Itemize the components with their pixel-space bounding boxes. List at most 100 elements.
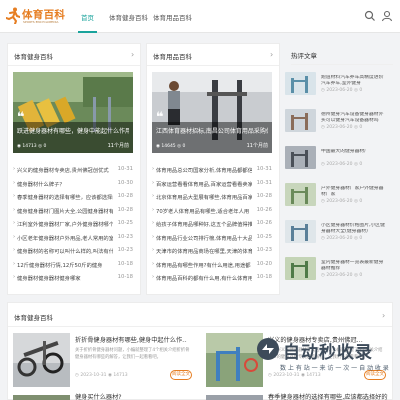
hot-article-title-line2: 汽车养车,室外健身	[321, 81, 361, 86]
list-item[interactable]: › 给孩子体育用品哪种好,这五个品牌值得推荐 10-26	[152, 219, 272, 233]
list-item-date: 10-18	[117, 260, 133, 267]
chevron-right-icon[interactable]: ›	[131, 50, 134, 59]
divider	[8, 326, 392, 327]
list-item-date: 10-23	[117, 247, 133, 253]
chevron-right-icon[interactable]: ›	[270, 50, 273, 59]
divider	[147, 65, 279, 66]
read-more-button[interactable]: 阅读全文	[170, 370, 192, 380]
article-title[interactable]: 折折骨健身器材有哪些,健身中起什么作…	[75, 335, 187, 344]
bullet: ›	[152, 247, 155, 253]
nav-fitness[interactable]: 体育健身百科	[109, 12, 148, 22]
list-item-date: 10-28	[256, 193, 272, 199]
list-item-date: 10-25	[256, 233, 272, 240]
hot-article-meta: ◷ 2023-06-20 ◎ 0	[321, 236, 363, 241]
article-meta: ◷ 2023-10-31 ◉ 14713	[75, 373, 128, 378]
list-item-title: 健身器材健身器材健身哪家	[17, 276, 81, 282]
bullet: ›	[13, 166, 16, 172]
list-item[interactable]: › 体育用品有哪些作用?有什么用途,用途都 10-20	[152, 260, 272, 274]
bullet: ›	[152, 233, 155, 240]
list-item-date: 10-23	[117, 233, 133, 240]
article-thumb[interactable]	[13, 333, 70, 387]
list-item-date: 10-28	[117, 193, 133, 199]
list-item-date: 10-26	[256, 206, 272, 213]
bullet: ›	[152, 274, 155, 280]
article-thumb[interactable]	[206, 390, 263, 400]
list-item-title: 体育用品行业公司排行榜,体育用品十大品牌	[156, 235, 252, 242]
article-thumb[interactable]	[13, 390, 70, 400]
list-item[interactable]: › 百家运营看看体育用品,百家运营看看卖家 10-31	[152, 179, 272, 193]
panel-title: 热评文章	[291, 52, 317, 60]
bullet: ›	[13, 220, 16, 226]
hot-article-title-line2: 材厂家	[321, 192, 336, 197]
list-item-title: 12斤健身器材行情,12斤50斤的健身	[17, 262, 103, 269]
list-item-date: 10-25	[117, 220, 133, 226]
list-item-date: 10-28	[117, 206, 133, 213]
featured-title: 江西体育器材招标,南昌公司体育用品采购体育…	[156, 128, 268, 135]
article-title[interactable]: 健身买什么器材?	[75, 392, 187, 400]
featured-title: 跃进健身器材有哪些，健身中能起什么作用？	[17, 128, 129, 135]
featured-image	[152, 72, 272, 153]
hot-article-thumb	[285, 257, 316, 280]
logo-subtitle: SPORTS ENCYCLOPEDIA	[23, 20, 59, 24]
bullet: ›	[13, 274, 16, 280]
list-item[interactable]: › 小区老年健身器材户外用品,老人常用的室外 10-23	[13, 233, 133, 247]
list-item[interactable]: › 江利室外健身器材厂家,户外健身器材哪个好 10-25	[13, 219, 133, 233]
list-item[interactable]: › 12斤健身器材行情,12斤50斤的健身 10-18	[13, 260, 133, 274]
list-item[interactable]: › 70岁老人体育用品有哪些,适合老年人用 10-26	[152, 206, 272, 220]
bullet: ›	[13, 179, 16, 186]
hot-article[interactable]: 跑道材料汽车养车高精度进阶 汽车养车,室外健身 ◷ 2023-06-20 ◎ 0	[285, 72, 393, 102]
list-item[interactable]: › 北京体育用品大型展有哪些,体育用品百家 10-28	[152, 192, 272, 206]
list-item[interactable]: › 体育用品百科的都有什么用,有什么体育用品 10-18	[152, 273, 272, 287]
list-item[interactable]: › 体育用品总公司国家分析,体育用品都都信 10-31	[152, 165, 272, 179]
list-item[interactable]: › 健身健身器材门图片大全,公园健身器材有哪 10-28	[13, 206, 133, 220]
chevron-right-icon[interactable]: ›	[382, 311, 385, 320]
list-item-date: 10-31	[256, 179, 272, 186]
list-item[interactable]: › 健身器材健身器材健身哪家 10-18	[13, 273, 133, 287]
hot-article-meta: ◷ 2023-06-20 ◎ 0	[321, 88, 363, 93]
panel-title: 体育健身百科	[14, 314, 53, 322]
hot-article[interactable]: 户外健身器材厂家户外健身器 材厂家 ◷ 2023-06-20 ◎ 0	[285, 183, 393, 213]
list-item-title: 北京体育用品大型展有哪些,体育用品百家	[156, 195, 252, 201]
logo[interactable]: 体育百科 SPORTS ENCYCLOPEDIA	[6, 6, 65, 28]
list-item-date: 10-30	[117, 179, 133, 186]
list-item[interactable]: › 天津市的体育用品商场在哪里,天津的体育 10-23	[152, 246, 272, 260]
hot-article-thumb	[285, 109, 316, 132]
featured-meta: ◉ 14713 ◎ 0	[17, 144, 47, 149]
list-item-date: 10-26	[256, 220, 272, 226]
bullet: ›	[152, 179, 155, 186]
divider	[291, 64, 393, 65]
hot-article[interactable]: 德州健身汽车设备健身器材外 买可以健身汽车设备器材吗 ◷ 2023-06-20 ◎ …	[285, 109, 393, 139]
list-item-title: 小区老年健身器材户外用品,老人常用的室外	[17, 235, 113, 242]
nav-home[interactable]: 首页	[81, 12, 94, 22]
featured-article[interactable]: ❝ 跃进健身器材有哪些，健身中能起什么作用？ ◉ 14713 ◎ 0 11个月前	[13, 72, 133, 153]
list-item-date: 10-18	[117, 274, 133, 280]
nav-products[interactable]: 体育用品百科	[153, 12, 192, 22]
runner-logo-icon	[6, 7, 20, 24]
hot-article[interactable]: 小区健身器材价格图片,小区健 身器材大全(健身器材) ◷ 2023-06-20 ◎ …	[285, 220, 393, 250]
products-list: › 体育用品总公司国家分析,体育用品都都信 10-31 › 百家运营看看体育用品,百家运…	[152, 165, 272, 287]
bullet: ›	[13, 260, 16, 267]
list-item-title: 健身器材什么牌子？	[17, 181, 65, 188]
watermark-logo-icon	[257, 338, 279, 360]
hot-article[interactable]: 室内健身器材一览表最新健身 器材推荐 ◷ 2023-06-20 ◎ 0	[285, 257, 393, 287]
list-item[interactable]: › 体育用品行业公司排行榜,体育用品十大品牌 10-25	[152, 233, 272, 247]
hot-article[interactable]: 中国最大的健身器材厂 ◷ 2023-06-20 ◎ 0	[285, 146, 393, 176]
panel-title: 体育健身百科	[14, 53, 53, 61]
featured-time: 11个月前	[107, 143, 129, 149]
featured-meta: ◉ 14645 ◎ 0	[156, 144, 186, 149]
article-title[interactable]: 春季健身器材的选择有哪些,应该都选择好的	[268, 392, 393, 400]
list-item-title: 百家运营看看体育用品,百家运营看看卖家	[156, 181, 252, 188]
list-item[interactable]: › 兴义的健身器材专卖店,贵州佛冠创优式 10-31	[13, 165, 133, 179]
search-icon[interactable]	[364, 10, 376, 22]
bullet: ›	[152, 166, 155, 172]
hot-article-thumb	[285, 146, 316, 169]
featured-time: 11个月前	[246, 143, 268, 149]
bullet: ›	[152, 206, 155, 213]
panel-title: 体育用品百科	[153, 53, 192, 61]
list-item-title: 江利室外健身器材厂家,户外健身器材哪个好	[17, 222, 113, 228]
list-item[interactable]: › 健身器材什么牌子？ 10-30	[13, 179, 133, 193]
user-icon[interactable]	[381, 10, 393, 22]
list-item[interactable]: › 健身器材的名称可以叫什么样的,叫法有什么 10-23	[13, 246, 133, 260]
list-item[interactable]: › 春季健身器材的选择有哪些，应该都选择的好 10-28	[13, 192, 133, 206]
featured-article[interactable]: ❝ 江西体育器材招标,南昌公司体育用品采购体育… ◉ 14645 ◎ 0 11个…	[152, 72, 272, 153]
